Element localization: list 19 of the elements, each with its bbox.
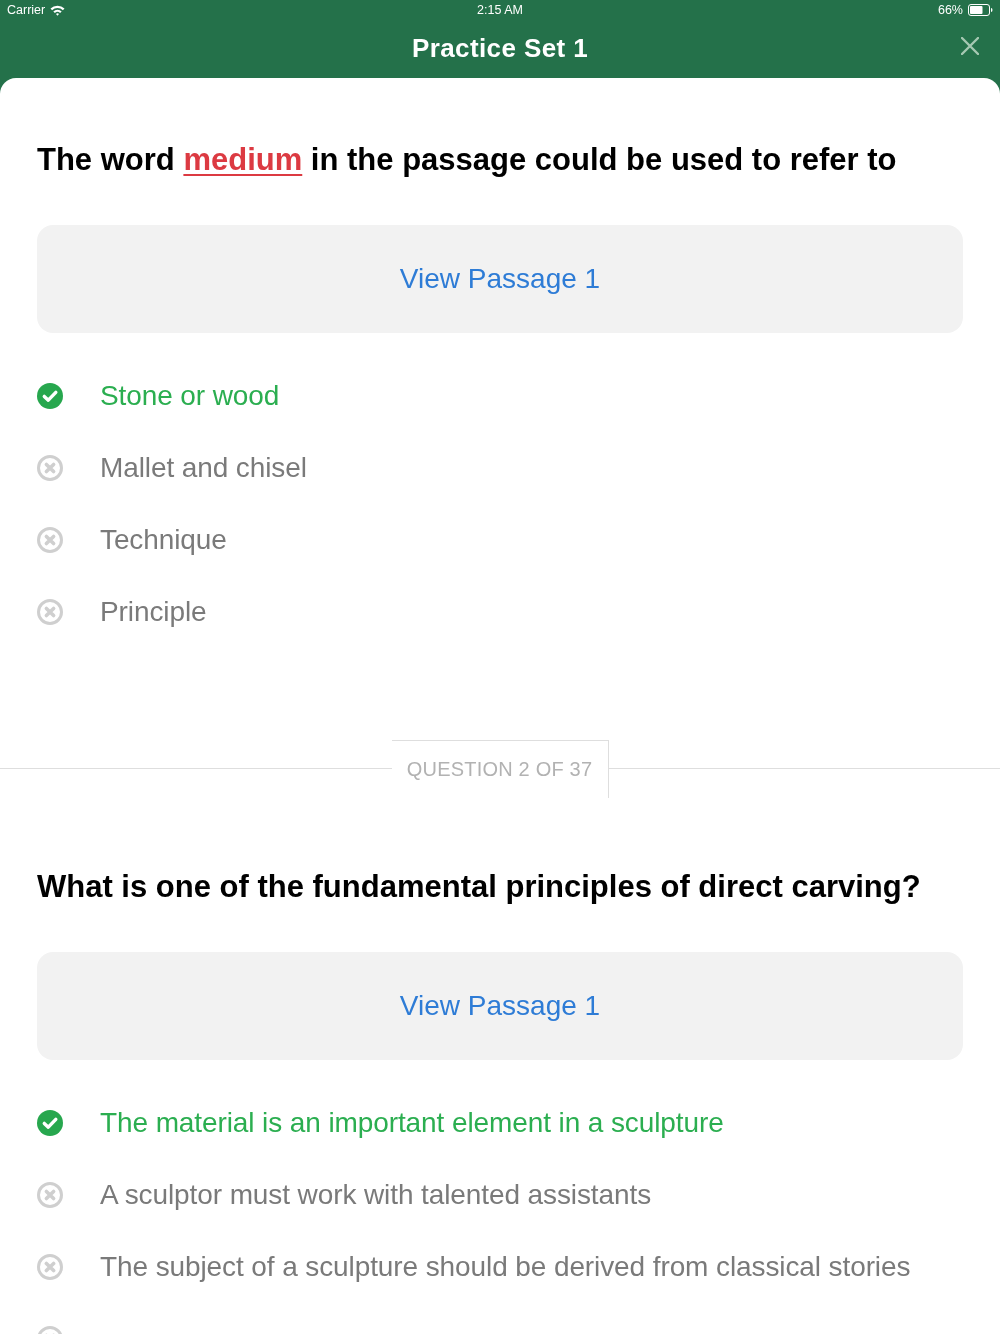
answer-option[interactable]: Principle	[100, 596, 207, 628]
correct-answer-option[interactable]: The material is an important element in a sculpture	[100, 1107, 724, 1139]
battery-percent: 66%	[937, 3, 963, 17]
battery-icon	[968, 4, 993, 16]
view-passage-button[interactable]: View Passage 1	[37, 952, 963, 1060]
answer-option[interactable]: Mallet and chisel	[100, 452, 307, 484]
carrier-label: Carrier	[7, 3, 46, 17]
answer-option[interactable]: A sculptor must work with talented assistants	[100, 1179, 652, 1211]
answer-option[interactable]: Technique	[100, 524, 227, 556]
answer-option[interactable]: The subject of a sculpture should be derived from classical stories	[100, 1251, 911, 1283]
question-counter: QUESTION 2 OF 37	[391, 740, 609, 798]
screen-title: Practice Set 1	[411, 32, 589, 64]
wifi-icon	[50, 4, 66, 16]
view-passage-button[interactable]: View Passage 1	[37, 225, 963, 333]
status-time: 2:15 AM	[477, 3, 523, 17]
question-text: The word medium in the passage could be used to refer to	[37, 141, 898, 179]
close-icon	[961, 37, 979, 55]
correct-answer-option[interactable]: Stone or wood	[100, 380, 280, 412]
question-text: What is one of the fundamental principles of direct carving?	[37, 868, 922, 906]
